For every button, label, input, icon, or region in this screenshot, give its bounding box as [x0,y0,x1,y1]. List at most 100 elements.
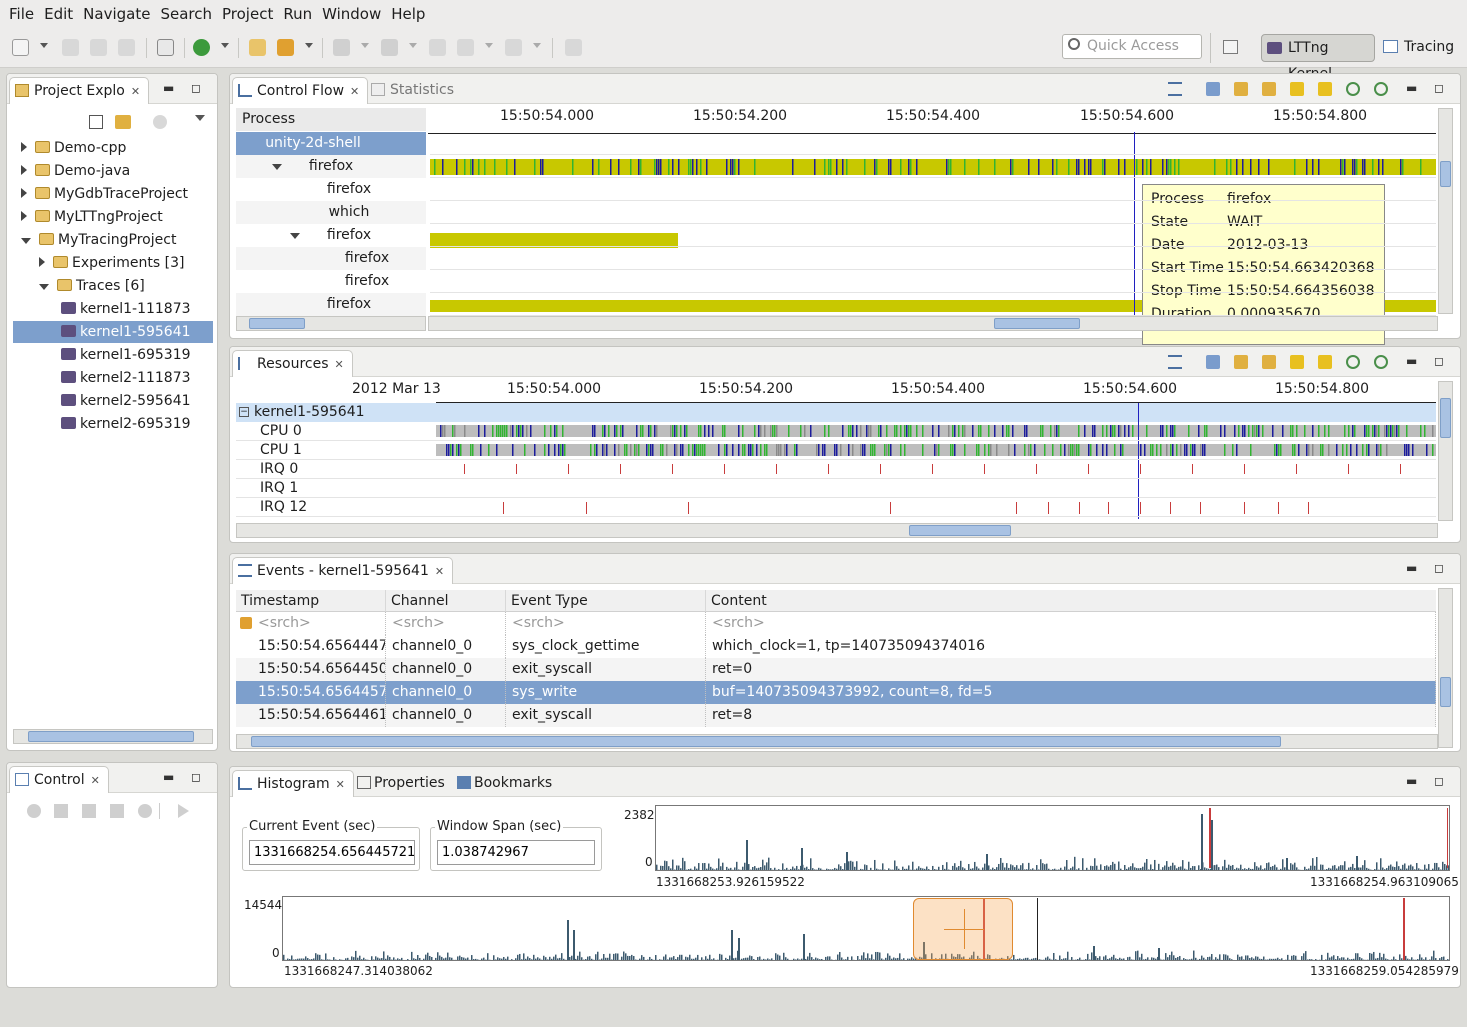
process-row[interactable]: firefox [236,178,426,201]
save-icon[interactable] [62,39,79,56]
minimize-icon[interactable]: ▬ [163,81,174,95]
tab-properties[interactable]: Properties [352,770,453,797]
reset-scale-icon[interactable] [1206,82,1220,96]
binary-icon[interactable] [157,39,174,56]
window-span-field[interactable] [437,840,595,865]
prev-event-icon[interactable] [1234,355,1248,369]
scrollbar-thumb[interactable] [249,318,305,329]
chevron-down-icon[interactable] [221,43,229,48]
chevron-down-icon[interactable] [409,43,417,48]
chevron-down-icon[interactable] [485,43,493,48]
chevron-down-icon[interactable] [272,164,282,170]
maximize-icon[interactable]: ◻ [1434,81,1444,95]
search-cell[interactable]: <srch> [236,612,386,635]
collapse-all-icon[interactable] [89,115,103,129]
tree-item[interactable]: kernel1-111873 [13,298,213,320]
maximize-icon[interactable]: ◻ [191,81,201,95]
minimize-icon[interactable]: ▬ [1406,354,1417,368]
menu-run[interactable]: Run [278,0,317,28]
chevron-down-icon[interactable] [305,43,313,48]
trace-row-kernel1-595641[interactable]: − kernel1-595641 [236,403,1436,422]
minimize-icon[interactable]: ▬ [1406,774,1417,788]
process-row[interactable]: firefox [236,293,426,316]
close-icon[interactable]: ✕ [131,79,140,105]
minimize-icon[interactable]: ▬ [1406,81,1417,95]
chevron-down-icon[interactable] [533,43,541,48]
legend-icon[interactable] [1168,355,1182,369]
chevron-right-icon[interactable] [39,257,45,267]
chevron-down-icon[interactable] [39,284,49,290]
column-event-type[interactable]: Event Type [506,590,706,612]
menu-search[interactable]: Search [155,0,217,28]
import-icon[interactable] [110,804,124,818]
pin-icon[interactable] [565,39,582,56]
menu-help[interactable]: Help [386,0,430,28]
tree-item[interactable]: MyGdbTraceProject [13,183,213,205]
full-histogram[interactable] [282,896,1450,961]
tree-item[interactable]: Demo-cpp [13,137,213,159]
filter-icon[interactable] [153,115,167,129]
maximize-icon[interactable]: ◻ [1434,561,1444,575]
tab-project-explorer[interactable]: Project Explo ✕ [9,77,150,105]
scrollbar-thumb[interactable] [1440,398,1451,438]
events-hscrollbar[interactable] [236,734,1438,749]
process-row[interactable]: firefox [236,224,426,247]
process-hscrollbar[interactable] [236,316,426,331]
zoom-out-icon[interactable] [1374,355,1388,369]
maximize-icon[interactable]: ◻ [1434,774,1444,788]
state-bar-firefox[interactable] [430,157,1436,177]
events-vscrollbar[interactable] [1438,588,1453,748]
resource-label[interactable]: IRQ 1 [260,479,298,498]
resource-label[interactable]: IRQ 0 [260,460,298,479]
back-icon[interactable] [457,39,474,56]
chevron-down-icon[interactable] [361,43,369,48]
tree-item[interactable]: Demo-java [13,160,213,182]
chevron-down-icon[interactable] [40,43,48,48]
next-resource-icon[interactable] [1318,355,1332,369]
tree-item[interactable]: kernel1-595641 [13,321,213,343]
new-connection-icon[interactable] [82,804,96,818]
start-icon[interactable] [178,804,189,818]
maximize-icon[interactable]: ◻ [1434,354,1444,368]
zoom-out-icon[interactable] [1374,82,1388,96]
tree-item[interactable]: Traces [6] [13,275,213,297]
window-histogram[interactable] [655,805,1450,871]
reset-scale-icon[interactable] [1206,355,1220,369]
process-row[interactable]: firefox [236,270,426,293]
resource-label[interactable]: CPU 0 [260,422,302,441]
prev-process-icon[interactable] [1290,82,1304,96]
scrollbar-thumb[interactable] [909,525,1011,536]
perspective-lttng-kernel[interactable]: LTTng Kernel [1261,34,1375,82]
chevron-right-icon[interactable] [21,165,27,175]
prev-annotation-icon[interactable] [381,39,398,56]
quick-access-input[interactable]: Quick Access [1062,34,1202,59]
resources-vscrollbar[interactable] [1438,381,1453,521]
open-folder-icon[interactable] [249,39,266,56]
next-annotation-icon[interactable] [333,39,350,56]
tree-item[interactable]: Experiments [3] [13,252,213,274]
time-range-selection[interactable] [913,898,1013,960]
tree-item[interactable]: kernel2-695319 [13,413,213,435]
wand-icon[interactable] [277,39,294,56]
tab-bookmarks[interactable]: Bookmarks [452,770,560,797]
next-event-icon[interactable] [1262,82,1276,96]
link-with-editor-icon[interactable] [115,115,131,129]
print-icon[interactable] [118,39,135,56]
chevron-right-icon[interactable] [21,188,27,198]
open-perspective-icon[interactable] [1223,40,1238,54]
tree-item[interactable]: kernel1-695319 [13,344,213,366]
tree-item[interactable]: kernel2-111873 [13,367,213,389]
column-timestamp[interactable]: Timestamp [236,590,386,612]
minimize-icon[interactable]: ▬ [1406,561,1417,575]
scrollbar-thumb[interactable] [1440,161,1451,187]
tree-item[interactable]: MyTracingProject [13,229,213,251]
new-icon[interactable] [12,39,29,56]
current-event-field[interactable] [249,840,415,865]
process-row[interactable]: firefox [236,247,426,270]
menu-project[interactable]: Project [217,0,278,28]
scrollbar-thumb[interactable] [251,736,1281,747]
tab-control[interactable]: Control ✕ [9,766,109,793]
chevron-right-icon[interactable] [21,211,27,221]
connect-icon[interactable] [27,804,41,818]
time-scale[interactable]: 15:50:54.000 15:50:54.200 15:50:54.400 1… [428,106,1436,134]
